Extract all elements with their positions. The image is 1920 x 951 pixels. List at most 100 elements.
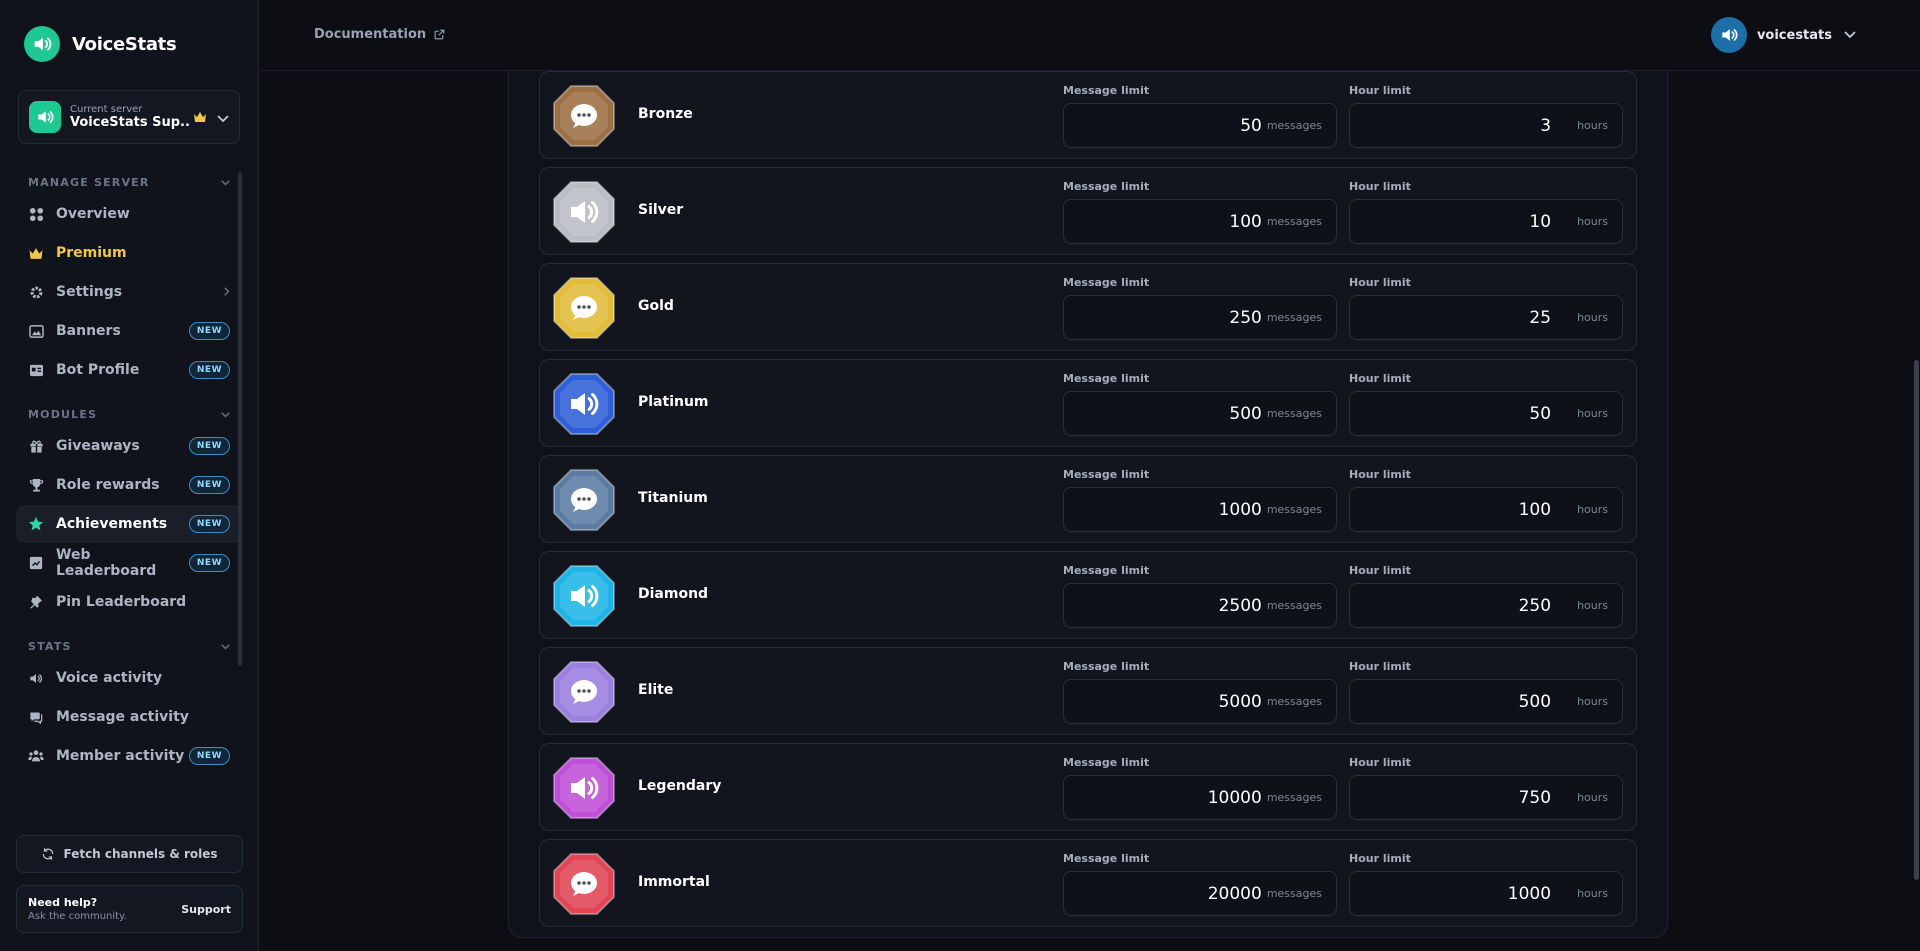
sidebar-item-achievements[interactable]: Achievements NEW xyxy=(16,505,242,543)
sidebar-item-role-rewards[interactable]: Role rewards NEW xyxy=(16,466,242,504)
brand[interactable]: VoiceStats xyxy=(24,26,177,62)
sidebar-item-banners[interactable]: Banners NEW xyxy=(16,312,242,350)
hour-limit-input[interactable]: 500 hours xyxy=(1349,679,1623,724)
main-scrollbar[interactable] xyxy=(1914,360,1919,880)
message-limit-input[interactable]: 50 messages xyxy=(1063,103,1337,148)
sidebar-item-label: Premium xyxy=(56,245,127,261)
sidebar-item-voice-activity[interactable]: Voice activity xyxy=(16,659,242,697)
sidebar-item-settings[interactable]: Settings xyxy=(16,273,242,311)
topbar: Documentation voicestats xyxy=(260,0,1920,71)
hour-limit-group: Hour limit 250 hours xyxy=(1349,564,1623,628)
hours-unit: hours xyxy=(1577,599,1608,612)
immortal-badge-icon xyxy=(553,853,615,915)
new-badge: NEW xyxy=(188,322,230,340)
sidebar-item-pin-leaderboard[interactable]: Pin Leaderboard xyxy=(16,583,242,621)
tier-name: Platinum xyxy=(638,394,709,410)
messages-unit: messages xyxy=(1266,791,1322,804)
titanium-badge-icon xyxy=(553,469,615,531)
hour-limit-input[interactable]: 250 hours xyxy=(1349,583,1623,628)
message-limit-input[interactable]: 2500 messages xyxy=(1063,583,1337,628)
user-menu[interactable]: voicestats xyxy=(1710,17,1856,53)
message-limit-input[interactable]: 20000 messages xyxy=(1063,871,1337,916)
server-selector[interactable]: Current server VoiceStats Sup... xyxy=(18,90,240,144)
sidebar-nav: MANAGE SERVER Overview Premium Settings Bann… xyxy=(16,170,242,776)
hour-limit-input[interactable]: 750 hours xyxy=(1349,775,1623,820)
new-badge: NEW xyxy=(188,437,230,455)
documentation-link[interactable]: Documentation xyxy=(314,27,446,42)
sidebar-item-message-activity[interactable]: Message activity xyxy=(16,698,242,736)
tier-row-silver: Silver Message limit 100 messages Hour l… xyxy=(539,167,1637,255)
sidebar-scrollbar[interactable] xyxy=(238,172,242,666)
chevron-down-icon xyxy=(221,408,230,421)
sidebar: VoiceStats Current server VoiceStats Sup… xyxy=(0,0,259,951)
chat-icon xyxy=(28,709,44,725)
nav-section-title: MODULES xyxy=(28,407,98,421)
sidebar-item-web-leaderboard[interactable]: Web Leaderboard NEW xyxy=(16,544,242,582)
speaker-icon xyxy=(28,670,44,686)
nav-section-header[interactable]: STATS xyxy=(16,634,242,658)
documentation-label: Documentation xyxy=(314,27,427,42)
message-limit-input[interactable]: 5000 messages xyxy=(1063,679,1337,724)
message-limit-input[interactable]: 10000 messages xyxy=(1063,775,1337,820)
sidebar-item-bot-profile[interactable]: Bot Profile NEW xyxy=(16,351,242,389)
message-limit-label: Message limit xyxy=(1063,276,1150,289)
sidebar-item-label: Settings xyxy=(56,284,123,300)
hour-limit-input[interactable]: 50 hours xyxy=(1349,391,1623,436)
sidebar-item-premium[interactable]: Premium xyxy=(16,234,242,272)
hour-limit-value: 500 xyxy=(1518,691,1552,712)
tier-row-legendary: Legendary Message limit 10000 messages H… xyxy=(539,743,1637,831)
external-link-icon xyxy=(434,29,445,40)
nav-section-title: MANAGE SERVER xyxy=(28,175,150,189)
legendary-badge-icon xyxy=(553,757,615,819)
gift-icon xyxy=(28,438,44,454)
hour-limit-label: Hour limit xyxy=(1349,84,1411,97)
chevron-down-icon[interactable] xyxy=(217,108,229,127)
hour-limit-label: Hour limit xyxy=(1349,852,1411,865)
support-link[interactable]: Support xyxy=(181,903,231,916)
username: voicestats xyxy=(1756,27,1832,43)
fetch-channels-roles-button[interactable]: Fetch channels & roles xyxy=(16,835,243,873)
messages-unit: messages xyxy=(1266,311,1322,324)
voicestats-logo-icon xyxy=(24,26,60,62)
message-limit-group: Message limit 50 messages xyxy=(1063,84,1337,148)
achievements-panel: Bronze Message limit 50 messages Hour li… xyxy=(508,0,1668,938)
message-limit-input[interactable]: 100 messages xyxy=(1063,199,1337,244)
hour-limit-value: 250 xyxy=(1518,595,1552,616)
nav-section-header[interactable]: MODULES xyxy=(16,402,242,426)
crown-icon xyxy=(193,108,207,127)
nav-section-header[interactable]: MANAGE SERVER xyxy=(16,170,242,194)
hour-limit-input[interactable]: 10 hours xyxy=(1349,199,1623,244)
message-limit-input[interactable]: 500 messages xyxy=(1063,391,1337,436)
image-icon xyxy=(28,323,44,339)
hour-limit-value: 1000 xyxy=(1507,883,1552,904)
sidebar-item-label: Pin Leaderboard xyxy=(56,594,187,610)
message-limit-input[interactable]: 250 messages xyxy=(1063,295,1337,340)
message-limit-input[interactable]: 1000 messages xyxy=(1063,487,1337,532)
hour-limit-value: 3 xyxy=(1540,115,1552,136)
sidebar-item-giveaways[interactable]: Giveaways NEW xyxy=(16,427,242,465)
message-limit-value: 100 xyxy=(1229,211,1262,232)
hour-limit-group: Hour limit 50 hours xyxy=(1349,372,1623,436)
message-limit-group: Message limit 2500 messages xyxy=(1063,564,1337,628)
hour-limit-value: 100 xyxy=(1518,499,1552,520)
message-limit-value: 500 xyxy=(1229,403,1262,424)
hour-limit-input[interactable]: 1000 hours xyxy=(1349,871,1623,916)
sidebar-item-member-activity[interactable]: Member activity NEW xyxy=(16,737,242,775)
bronze-badge-icon xyxy=(553,85,615,147)
hour-limit-input[interactable]: 100 hours xyxy=(1349,487,1623,532)
sidebar-item-overview[interactable]: Overview xyxy=(16,195,242,233)
tier-name: Bronze xyxy=(638,106,693,122)
message-limit-label: Message limit xyxy=(1063,180,1150,193)
platinum-badge-icon xyxy=(553,373,615,435)
messages-unit: messages xyxy=(1266,503,1322,516)
new-badge: NEW xyxy=(188,747,230,765)
message-limit-value: 10000 xyxy=(1207,787,1262,808)
sidebar-item-label: Role rewards xyxy=(56,477,160,493)
hour-limit-input[interactable]: 25 hours xyxy=(1349,295,1623,340)
sidebar-item-label: Message activity xyxy=(56,709,189,725)
messages-unit: messages xyxy=(1266,215,1322,228)
hour-limit-input[interactable]: 3 hours xyxy=(1349,103,1623,148)
message-limit-value: 1000 xyxy=(1218,499,1262,520)
gold-badge-icon xyxy=(553,277,615,339)
message-limit-label: Message limit xyxy=(1063,468,1150,481)
